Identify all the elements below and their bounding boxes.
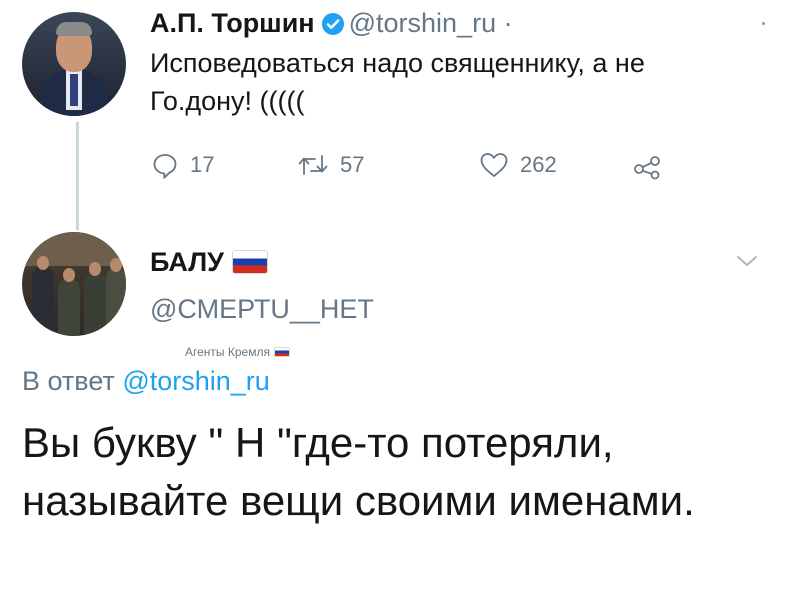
tweet2-bio-text: Агенты Кремля [185,345,270,359]
thread-connector-line [76,122,79,230]
avatar-person [84,272,106,336]
verified-badge-icon [321,13,344,35]
retweet-count: 57 [340,152,365,177]
share-button[interactable] [632,150,662,180]
avatar-person-head [63,268,75,282]
tweet2-author-name-row[interactable]: БАЛУ [150,245,268,279]
retweet-button[interactable]: 57 [296,150,364,180]
tweet1-handle[interactable]: @torshin_ru [349,8,496,38]
reply-icon [153,154,177,179]
avatar-person-head [89,262,101,276]
like-count: 262 [520,152,557,177]
heart-icon [480,153,508,177]
tweet2-text: Вы букву " Н "где-то потеряли, называйте… [22,419,695,524]
reply-prefix: В ответ [22,366,115,396]
share-icon [634,156,660,180]
tweet2-bio: Агенты Кремля [185,344,290,360]
tweet1-actions: 17 57 262 [150,150,710,184]
reply-button[interactable]: 17 [150,150,214,180]
reply-to-handle-link[interactable]: @torshin_ru [122,366,269,396]
avatar-person-head [37,256,49,270]
tweet2-author-name: БАЛУ [150,247,224,277]
more-menu-dot[interactable] [762,22,765,25]
reply-to-line: В ответ @torshin_ru [22,364,270,398]
avatar-figure-tie [70,74,78,106]
tweet1-text: Исповедоваться надо священнику, а не Го.… [150,48,645,116]
avatar-person [58,278,80,336]
avatar-person [32,266,54,336]
retweet-icon [298,155,328,175]
tweet1-author-name[interactable]: А.П. Торшин [150,8,315,38]
avatar-person [106,268,126,336]
chevron-down-icon[interactable] [734,252,760,270]
avatar-person-head [110,258,122,272]
reply-count: 17 [190,152,215,177]
russian-flag-icon [231,250,268,274]
tweet-thread: А.П. Торшин @torshin_ru · Исповедоваться … [0,0,800,595]
tweet2-handle[interactable]: @СМЕРТU__НЕТ [150,292,374,326]
avatar-figure-hair [56,22,92,36]
avatar-balu[interactable] [22,232,126,336]
tweet1-separator: · [503,8,513,38]
like-button[interactable]: 262 [478,150,557,180]
russian-flag-icon [273,347,290,357]
avatar-torshin[interactable] [22,12,126,116]
tweet1-header: А.П. Торшин @torshin_ru · [150,6,513,40]
